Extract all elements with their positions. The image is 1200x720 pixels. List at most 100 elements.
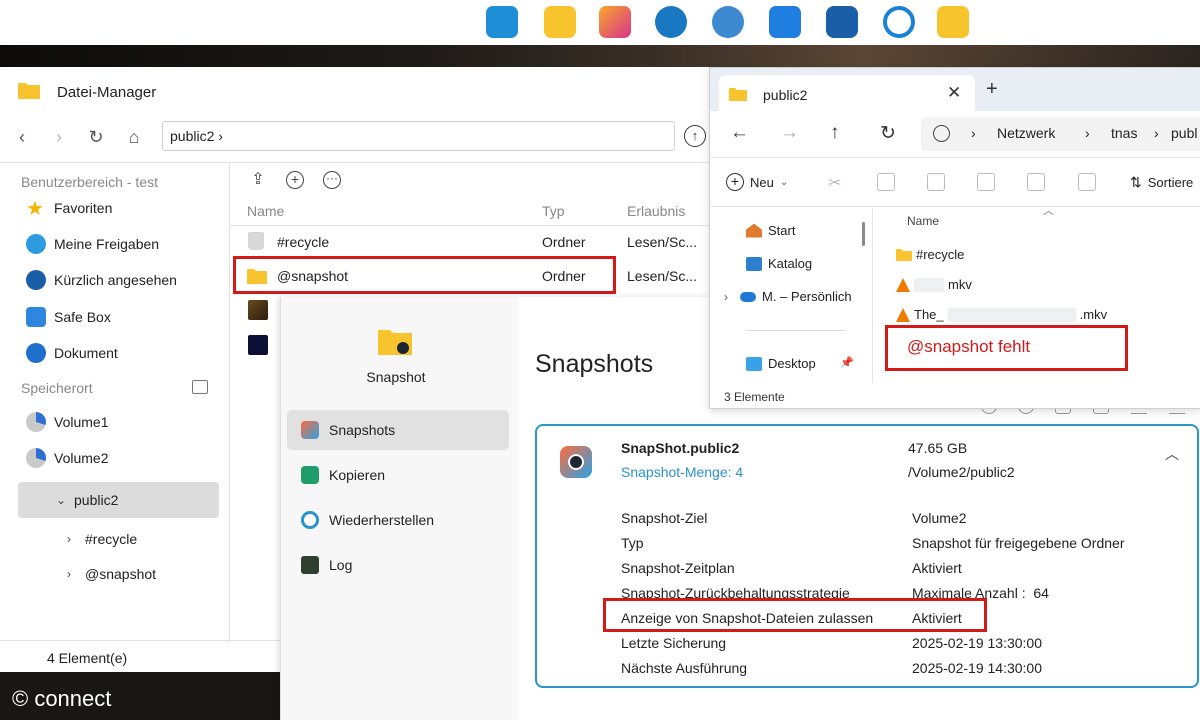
sidebar-item-label: #recycle <box>85 531 138 547</box>
refresh-icon[interactable]: ↻ <box>86 127 106 147</box>
chevron-up-icon[interactable]: ︿ <box>1165 444 1179 464</box>
snapshot-count-link[interactable]: Snapshot-Menge: 4 <box>621 464 743 480</box>
sidebar-item-my-shares[interactable]: Meine Freigaben <box>26 233 159 255</box>
more-icon[interactable]: ··· <box>323 171 341 189</box>
close-icon[interactable]: ✕ <box>947 83 961 103</box>
sort-up-icon: ︿ <box>1043 205 1054 217</box>
file-station-icon[interactable] <box>937 6 969 38</box>
helpdesk-icon[interactable] <box>883 6 915 38</box>
detail-label: Snapshot-Zeitplan <box>621 560 735 576</box>
chevron-right-icon[interactable]: › <box>67 567 77 581</box>
snapshot-card[interactable]: SnapShot.public2 47.65 GB Snapshot-Menge… <box>535 424 1199 688</box>
sort-label: Sortiere <box>1147 175 1194 190</box>
redacted-name <box>914 277 944 292</box>
nav-snapshots[interactable]: Snapshots <box>287 410 509 450</box>
column-header-type[interactable]: Typ <box>542 203 565 219</box>
sort-button[interactable]: ⇅ Sortiere <box>1130 174 1193 191</box>
column-header-permission[interactable]: Erlaubnis <box>627 203 685 219</box>
up-icon[interactable]: ↑ <box>830 122 840 144</box>
row-permission: Lesen/Sc... <box>627 268 698 284</box>
clock-icon[interactable] <box>655 6 687 38</box>
highlight-show-snapshot-files <box>603 598 987 632</box>
address-bar[interactable]: › Netzwerk › tnas › publ <box>921 117 1200 151</box>
delete-icon[interactable] <box>1078 173 1096 191</box>
vlc-icon <box>896 307 910 322</box>
explorer-window: public2 ✕ + ← → ↑ ↻ › Netzwerk › tnas › … <box>709 67 1200 409</box>
app-center-icon[interactable] <box>769 6 801 38</box>
snapshot-size: 47.65 GB <box>908 440 968 456</box>
folder-icon <box>729 88 747 101</box>
column-header-name[interactable]: Name <box>907 214 939 228</box>
storage-settings-icon[interactable] <box>192 380 208 394</box>
nav-item-home[interactable]: Start <box>746 223 795 238</box>
home-icon[interactable]: ⌂ <box>124 127 144 147</box>
row-permission: Lesen/Sc... <box>627 234 698 250</box>
sidebar-item-volume1[interactable]: Volume1 <box>26 411 108 433</box>
gear-icon[interactable] <box>712 6 744 38</box>
tab-public2[interactable]: public2 ✕ <box>719 75 975 111</box>
sidebar-item-recent[interactable]: Kürzlich angesehen <box>26 269 177 291</box>
refresh-icon[interactable]: ↻ <box>880 122 896 145</box>
forward-icon[interactable]: → <box>780 122 799 144</box>
upload-icon[interactable]: ↑ <box>684 125 706 147</box>
nav-label: M. – Persönlich <box>762 289 852 304</box>
nav-copy[interactable]: Kopieren <box>287 455 509 495</box>
file-name: The_ <box>914 307 944 322</box>
sidebar-item-safe-box[interactable]: Safe Box <box>26 306 111 328</box>
sort-icon: ⇅ <box>1130 174 1142 190</box>
list-item[interactable]: mkv <box>896 277 972 292</box>
sidebar-subfolder-snapshot[interactable]: › @snapshot <box>67 563 156 585</box>
pin-icon[interactable]: 📌 <box>840 356 854 369</box>
forward-icon[interactable]: › <box>49 127 69 147</box>
clock-icon <box>26 270 46 290</box>
nav-item-gallery[interactable]: Katalog <box>746 256 812 271</box>
watermark: © connect <box>12 686 112 711</box>
video-thumbnail[interactable] <box>248 300 268 320</box>
nav-item-onedrive[interactable]: › M. – Persönlich <box>724 289 852 304</box>
back-icon[interactable]: ← <box>730 122 749 144</box>
breadcrumb-network[interactable]: Netzwerk <box>997 125 1055 141</box>
gallery-icon <box>746 256 762 271</box>
upload-icon[interactable]: ⇪ <box>249 171 267 189</box>
breadcrumb-tnas[interactable]: tnas <box>1111 125 1137 141</box>
paste-icon[interactable] <box>927 173 945 191</box>
copy-icon <box>301 466 319 484</box>
rename-icon[interactable] <box>977 173 995 191</box>
status-bar: 4 Element(e) <box>0 640 280 672</box>
list-item[interactable]: The_ .mkv <box>896 307 1107 322</box>
path-field[interactable]: public2 › <box>162 121 675 151</box>
copy-icon[interactable] <box>877 173 895 191</box>
detail-label: Typ <box>621 535 644 551</box>
share-icon[interactable] <box>1027 173 1045 191</box>
add-icon[interactable]: + <box>286 171 304 189</box>
breadcrumb-public[interactable]: publ <box>1171 125 1197 141</box>
document-icon <box>26 343 46 363</box>
back-icon[interactable]: ‹ <box>12 127 32 147</box>
photo-app-icon[interactable] <box>599 6 631 38</box>
new-tab-icon[interactable]: + <box>986 78 998 101</box>
nav-log[interactable]: Log <box>287 545 509 585</box>
list-item[interactable]: #recycle <box>896 247 964 262</box>
nav-restore[interactable]: Wiederherstellen <box>287 500 509 540</box>
container-icon[interactable] <box>826 6 858 38</box>
detail-value: Volume2 <box>912 510 967 526</box>
row-type: Ordner <box>542 234 586 250</box>
folder-icon[interactable] <box>544 6 576 38</box>
nav-item-desktop[interactable]: Desktop <box>746 356 816 371</box>
qts-home-icon[interactable] <box>486 6 518 38</box>
detail-value: Snapshot für freigegebene Ordner <box>912 535 1125 551</box>
scrollbar[interactable] <box>862 222 865 246</box>
home-icon <box>746 223 762 238</box>
video-thumbnail[interactable] <box>248 335 268 355</box>
column-header-name[interactable]: Name <box>247 203 284 219</box>
chevron-down-icon[interactable]: ⌄ <box>56 493 66 507</box>
cut-icon[interactable]: ✂ <box>828 173 846 192</box>
sidebar-item-public2[interactable] <box>18 482 219 518</box>
sidebar-subfolder-recycle[interactable]: › #recycle <box>67 528 137 550</box>
sidebar-item-document[interactable]: Dokument <box>26 342 118 364</box>
sidebar-item-favorites[interactable]: ★ Favoriten <box>26 197 112 220</box>
new-button[interactable]: + Neu ⌄ <box>726 173 788 191</box>
chevron-right-icon[interactable]: › <box>67 532 77 546</box>
sidebar-item-volume2[interactable]: Volume2 <box>26 447 108 469</box>
chevron-right-icon[interactable]: › <box>724 290 734 304</box>
